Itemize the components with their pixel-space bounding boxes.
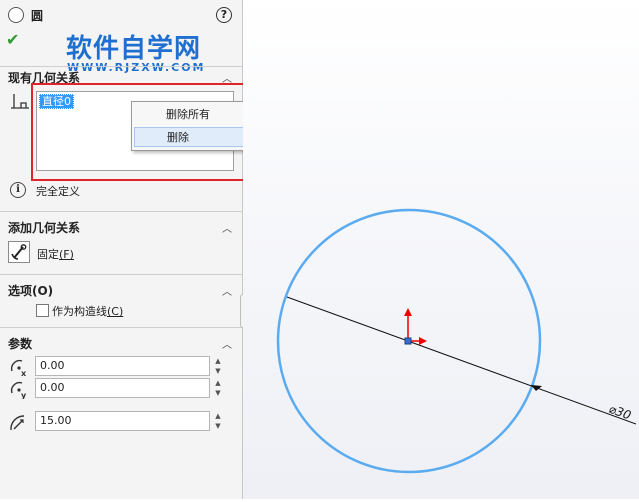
radius-icon	[10, 415, 25, 431]
collapse-chevron-icon[interactable]: ︿	[222, 283, 232, 298]
center-y-input[interactable]: 0.00	[35, 378, 210, 398]
x-arrowhead-icon	[419, 337, 427, 345]
collapse-chevron-icon[interactable]: ︿	[222, 336, 232, 351]
options-header[interactable]: 选项(O)	[8, 282, 53, 299]
diameter-dimension-line[interactable]	[286, 296, 637, 425]
help-icon[interactable]: ?	[216, 7, 232, 23]
anchor-icon	[11, 244, 27, 260]
circle-feature-icon	[8, 7, 24, 23]
construction-label: 作为构造线(C)	[52, 305, 124, 318]
fix-relation-label: 固定(F)	[37, 248, 74, 261]
center-y-icon: y	[10, 381, 27, 399]
sketch-view[interactable]: ⌀30	[243, 0, 639, 499]
y-arrowhead-icon	[404, 308, 412, 316]
center-point[interactable]	[404, 337, 412, 345]
diameter-dimension-label[interactable]: ⌀30	[607, 402, 633, 423]
divider	[0, 66, 242, 67]
center-x-icon: x	[10, 359, 27, 377]
center-y-spinner[interactable]: ▲ ▼	[212, 378, 224, 398]
property-manager-panel: 圆 ? ✔ 软件自学网 WWW.RJZXW.COM 现有几何关系 ︿ 直径0 i…	[0, 0, 243, 499]
ok-check-icon[interactable]: ✔	[6, 30, 19, 49]
definition-status: 完全定义	[36, 185, 80, 198]
graphics-area[interactable]: ⌀30	[243, 0, 639, 499]
relation-symbol-icon	[11, 94, 29, 109]
construction-checkbox[interactable]	[36, 304, 49, 317]
svg-text:x: x	[21, 369, 27, 377]
add-relations-header[interactable]: 添加几何关系	[8, 219, 80, 236]
radius-spinner[interactable]: ▲ ▼	[212, 411, 224, 431]
divider	[0, 327, 242, 328]
center-x-input[interactable]: 0.00	[35, 356, 210, 376]
divider	[0, 274, 242, 275]
panel-title: 圆	[31, 9, 44, 23]
watermark-url: WWW.RJZXW.COM	[67, 61, 206, 74]
info-icon: i	[10, 182, 26, 198]
collapse-chevron-icon[interactable]: ︿	[222, 220, 232, 235]
dimension-arrowhead	[531, 385, 542, 391]
parameters-header[interactable]: 参数	[8, 335, 32, 352]
svg-text:y: y	[21, 391, 27, 399]
watermark-title: 软件自学网	[66, 34, 202, 64]
divider	[0, 211, 242, 212]
fix-relation-button[interactable]	[8, 241, 30, 263]
center-x-spinner[interactable]: ▲ ▼	[212, 356, 224, 376]
radius-input[interactable]: 15.00	[35, 411, 210, 431]
